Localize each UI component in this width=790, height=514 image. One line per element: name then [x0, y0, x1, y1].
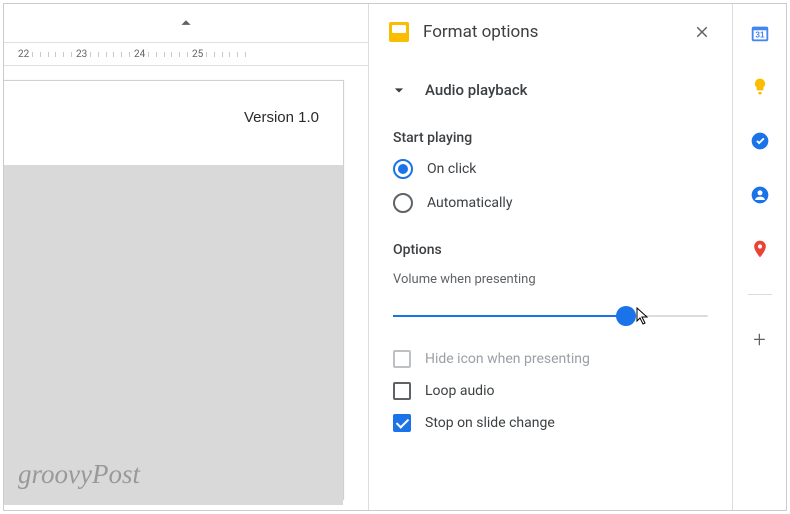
radio-input[interactable] [393, 159, 413, 179]
rail-separator [748, 294, 772, 295]
side-panel-rail: 31 + [732, 4, 786, 510]
slider-track [393, 315, 708, 317]
maps-icon[interactable] [749, 238, 771, 260]
section-title: Audio playback [425, 81, 527, 99]
start-playing-heading: Start playing [369, 108, 732, 152]
keep-icon[interactable] [749, 76, 771, 98]
add-addon-button[interactable]: + [749, 329, 771, 351]
close-panel-button[interactable] [690, 20, 714, 44]
checkbox-loop-audio[interactable]: Loop audio [369, 375, 732, 407]
ruler-mark: 25 [192, 49, 202, 60]
panel-title: Format options [423, 22, 676, 42]
volume-slider[interactable] [369, 293, 732, 323]
horizontal-ruler: 22 23 24 25 [4, 42, 368, 66]
checkbox-input[interactable] [393, 414, 411, 432]
checkbox-input[interactable] [393, 382, 411, 400]
ruler-mark: 23 [76, 49, 86, 60]
contacts-icon[interactable] [749, 184, 771, 206]
checkbox-label: Hide icon when presenting [425, 351, 590, 367]
slider-fill [393, 315, 626, 317]
radio-on-click[interactable]: On click [369, 152, 732, 186]
watermark-text: groovyPost [18, 459, 140, 490]
radio-label: Automatically [427, 195, 512, 211]
chevron-down-icon [389, 80, 409, 100]
options-heading: Options [369, 220, 732, 264]
slide-version-text: Version 1.0 [244, 109, 319, 126]
mouse-cursor-icon [636, 307, 652, 331]
format-paint-icon [389, 22, 409, 42]
audio-playback-section-toggle[interactable]: Audio playback [369, 58, 732, 108]
format-options-panel: Format options Audio playback Start play… [369, 4, 732, 510]
slide-canvas[interactable]: Version 1.0 [4, 80, 344, 500]
checkbox-input[interactable] [393, 350, 411, 368]
volume-hint: Volume when presenting [369, 264, 732, 293]
tasks-icon[interactable] [749, 130, 771, 152]
ruler-mark: 24 [134, 49, 144, 60]
radio-input[interactable] [393, 193, 413, 213]
svg-text:31: 31 [755, 31, 765, 40]
checkbox-label: Stop on slide change [425, 415, 555, 431]
checkbox-stop-on-slide-change[interactable]: Stop on slide change [369, 407, 732, 439]
slide-content-area [4, 165, 343, 505]
slide-editor-area: 22 23 24 25 Version 1.0 groovyPost [4, 4, 369, 510]
calendar-icon[interactable]: 31 [749, 22, 771, 44]
collapse-ruler-button[interactable] [175, 12, 197, 38]
radio-automatically[interactable]: Automatically [369, 186, 732, 220]
radio-label: On click [427, 161, 476, 177]
slider-thumb[interactable] [616, 306, 636, 326]
plus-icon: + [753, 328, 765, 353]
ruler-mark: 22 [18, 49, 28, 60]
checkbox-hide-icon[interactable]: Hide icon when presenting [369, 343, 732, 375]
checkbox-label: Loop audio [425, 383, 494, 399]
